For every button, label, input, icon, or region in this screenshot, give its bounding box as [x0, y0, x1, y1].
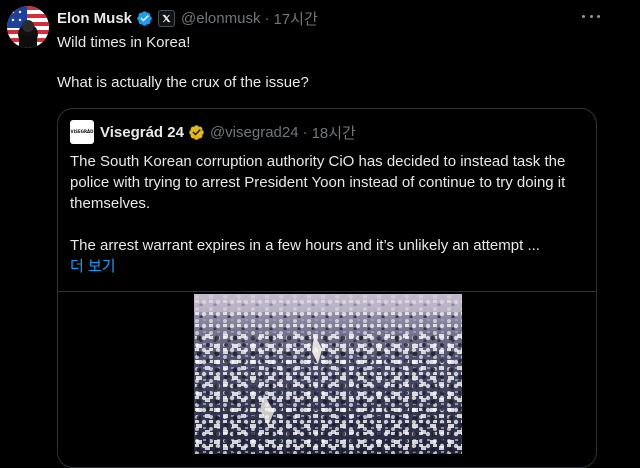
author-handle[interactable]: @elonmusk [181, 10, 260, 27]
tweet-line: Wild times in Korea! [57, 34, 191, 51]
x-logo-icon [158, 9, 176, 27]
show-more-link[interactable]: 더 보기 [70, 256, 116, 277]
tweet-header: Elon Musk @elonmusk · 17시간 [57, 8, 318, 28]
tweet-line: What is actually the crux of the issue? [57, 74, 309, 91]
separator-dot: · [264, 9, 270, 27]
quoted-separator-dot: · [302, 123, 308, 141]
quoted-paragraph: The South Korean corruption authority Ci… [70, 153, 566, 212]
quoted-author-name[interactable]: Visegrád 24 [100, 124, 184, 141]
crowd-video-thumbnail[interactable] [194, 294, 462, 454]
avatar[interactable] [7, 6, 49, 48]
quoted-tweet-card[interactable]: VISEGRÁD Visegrád 24 @visegrad24 · 18시간 … [57, 108, 597, 468]
quoted-paragraph: The arrest warrant expires in a few hour… [70, 237, 540, 254]
quoted-header: VISEGRÁD Visegrád 24 @visegrad24 · 18시간 [70, 120, 356, 144]
crowd-image [194, 294, 462, 454]
visegrad-logo: VISEGRÁD [70, 129, 94, 134]
quoted-body: The South Korean corruption authority Ci… [70, 151, 584, 277]
tweet-body: Wild times in Korea! What is actually th… [57, 33, 587, 93]
quoted-timestamp[interactable]: 18시간 [312, 122, 356, 143]
quoted-media[interactable] [58, 291, 596, 462]
quoted-avatar[interactable]: VISEGRÁD [70, 120, 94, 144]
timestamp[interactable]: 17시간 [273, 8, 317, 29]
verified-badge-icon[interactable] [136, 10, 153, 27]
flag-avatar-icon [7, 6, 49, 48]
author-name[interactable]: Elon Musk [57, 10, 132, 27]
quoted-author-handle[interactable]: @visegrad24 [210, 124, 299, 141]
gold-verified-badge-icon[interactable] [188, 124, 205, 141]
more-dots-icon[interactable] [582, 8, 600, 24]
